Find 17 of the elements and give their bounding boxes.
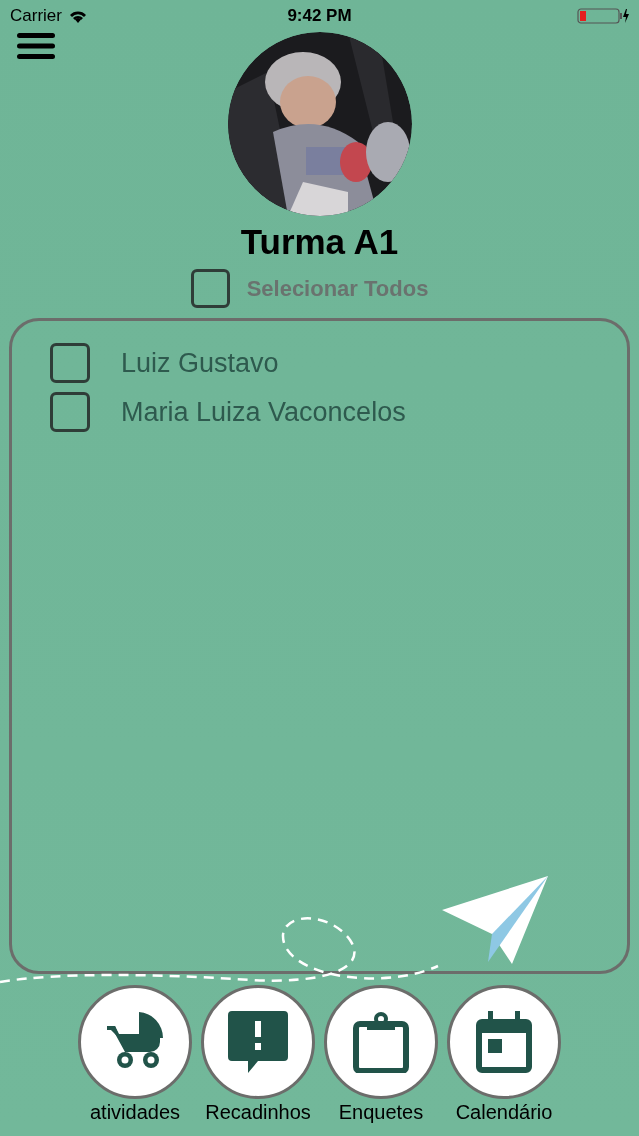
clipboard-icon <box>353 1011 409 1073</box>
carrier-name: Carrier <box>10 5 62 28</box>
alert-message-icon <box>228 1011 288 1073</box>
calendar-icon <box>476 1011 532 1073</box>
select-all-label: Selecionar Todos <box>246 275 429 303</box>
menu-icon[interactable] <box>17 32 55 60</box>
paper-plane-icon <box>442 876 548 964</box>
battery-icon <box>577 8 629 24</box>
checkbox[interactable] <box>50 391 90 432</box>
nav-label[interactable]: Enquetes <box>338 1099 424 1125</box>
checkbox[interactable] <box>50 343 90 384</box>
checkbox[interactable] <box>190 269 230 308</box>
nav-label[interactable]: atividades <box>89 1099 181 1125</box>
nav-label[interactable]: Recadinhos <box>205 1099 311 1125</box>
nav-label[interactable]: Calendário <box>455 1099 553 1125</box>
class-title: Turma A1 <box>240 224 399 259</box>
clock-time: 9:42 PM <box>287 5 352 28</box>
